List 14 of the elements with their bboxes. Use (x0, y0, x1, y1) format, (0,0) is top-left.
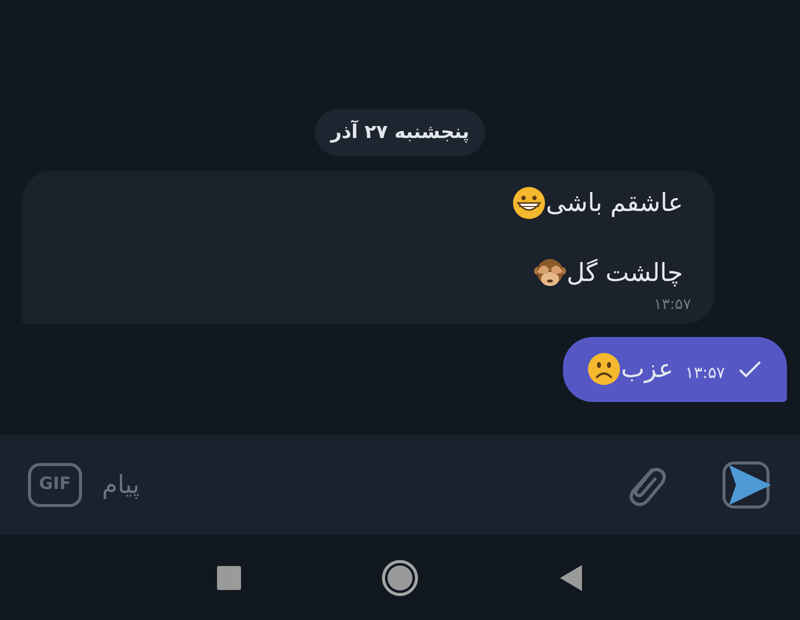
message-time: ۱۳:۵۷ (654, 294, 691, 315)
message-time: ۱۳:۵۷ (685, 362, 725, 384)
back-nav-icon[interactable] (559, 564, 583, 592)
date-chip: پنجشنبه ۲۷ آذر (314, 109, 486, 156)
send-icon[interactable] (722, 461, 772, 509)
message-text: چالشت گل (566, 257, 683, 289)
frowning-face-icon (586, 352, 621, 386)
message-input[interactable]: پیام (102, 466, 522, 504)
grinning-face-icon (512, 186, 546, 220)
home-nav-icon[interactable] (381, 558, 419, 596)
gif-button[interactable]: GIF (28, 463, 82, 507)
square-nav-icon[interactable] (217, 566, 241, 590)
message-text: عزب (620, 353, 674, 386)
message-text: عاشقم باشی (546, 187, 683, 219)
